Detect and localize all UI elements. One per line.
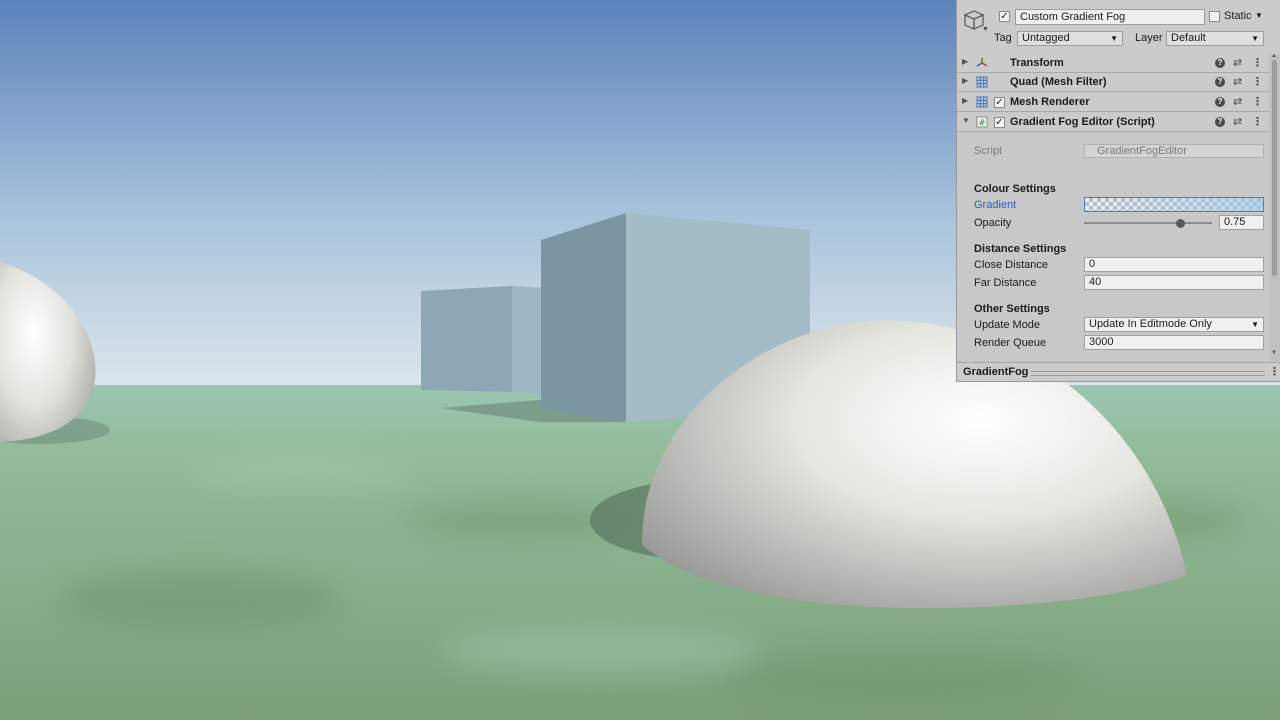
close-distance-field[interactable]: 0 xyxy=(1084,257,1264,272)
mesh-filter-icon xyxy=(976,76,988,88)
colour-settings-heading: Colour Settings xyxy=(974,183,1056,195)
chevron-down-icon: ▼ xyxy=(1251,34,1259,43)
transform-icon xyxy=(976,58,988,67)
static-label[interactable]: Static xyxy=(1224,10,1252,22)
component-title: Mesh Renderer xyxy=(1010,96,1090,108)
object-name-field[interactable]: Custom Gradient Fog xyxy=(1015,9,1205,25)
foldout-arrow-expanded-icon[interactable]: ▼ xyxy=(962,116,970,125)
far-distance-label: Far Distance xyxy=(974,277,1037,289)
opacity-value-field[interactable]: 0.75 xyxy=(1219,215,1264,230)
foldout-arrow-icon[interactable]: ▶ xyxy=(962,76,968,85)
help-icon[interactable]: ? xyxy=(1215,97,1225,107)
active-checkbox[interactable]: ✓ xyxy=(999,11,1010,22)
update-mode-dropdown[interactable]: Update In Editmode Only ▼ xyxy=(1084,317,1264,332)
render-queue-field[interactable]: 3000 xyxy=(1084,335,1264,350)
component-gradient-fog-editor[interactable]: ▼ # ✓ Gradient Fog Editor (Script) ? ⇄ ⋮ xyxy=(957,113,1269,132)
component-transform[interactable]: ▶ Transform ? ⇄ ⋮ xyxy=(957,54,1269,73)
other-settings-heading: Other Settings xyxy=(974,303,1050,315)
chevron-down-icon: ▼ xyxy=(1110,34,1118,43)
preview-title: GradientFog xyxy=(963,366,1029,378)
component-mesh-filter[interactable]: ▶ Quad (Mesh Filter) ? ⇄ ⋮ xyxy=(957,73,1269,92)
preset-icon[interactable]: ⇄ xyxy=(1233,75,1242,88)
preset-icon[interactable]: ⇄ xyxy=(1233,95,1242,108)
help-icon[interactable]: ? xyxy=(1215,77,1225,87)
enabled-checkbox[interactable]: ✓ xyxy=(994,117,1005,128)
static-checkbox[interactable] xyxy=(1209,11,1220,22)
more-options-icon[interactable]: ⋮ xyxy=(1252,75,1263,88)
more-options-icon[interactable]: ⋮ xyxy=(1252,56,1263,69)
component-mesh-renderer[interactable]: ▶ ✓ Mesh Renderer ? ⇄ ⋮ xyxy=(957,93,1269,112)
preset-icon[interactable]: ⇄ xyxy=(1233,115,1242,128)
icon-dropdown-icon[interactable]: ▼ xyxy=(982,26,989,33)
inspector-panel: ▼ ✓ Custom Gradient Fog Static ▼ Tag Unt… xyxy=(956,0,1280,382)
help-icon[interactable]: ? xyxy=(1215,117,1225,127)
opacity-slider-knob[interactable] xyxy=(1176,219,1185,228)
gradient-fog-editor-body: Script GradientFogEditor Colour Settings… xyxy=(957,133,1269,361)
script-object-field: GradientFogEditor xyxy=(1084,144,1264,158)
enabled-checkbox[interactable]: ✓ xyxy=(994,97,1005,108)
tag-label: Tag xyxy=(994,32,1012,44)
far-distance-field[interactable]: 40 xyxy=(1084,275,1264,290)
more-options-icon[interactable]: ⋮ xyxy=(1252,95,1263,108)
script-value: GradientFogEditor xyxy=(1097,145,1187,157)
tag-dropdown[interactable]: Untagged ▼ xyxy=(1017,31,1123,46)
drag-handle[interactable] xyxy=(1031,371,1265,376)
render-queue-label: Render Queue xyxy=(974,337,1047,349)
scrollbar-thumb[interactable] xyxy=(1272,60,1277,276)
layer-value: Default xyxy=(1171,32,1206,44)
opacity-label: Opacity xyxy=(974,217,1012,229)
gradient-label: Gradient xyxy=(974,199,1017,211)
chevron-down-icon: ▼ xyxy=(1251,320,1259,329)
foldout-arrow-icon[interactable]: ▶ xyxy=(962,57,968,66)
static-dropdown-icon[interactable]: ▼ xyxy=(1255,11,1263,20)
component-title: Transform xyxy=(1010,57,1064,69)
update-mode-value: Update In Editmode Only xyxy=(1089,318,1212,330)
inspector-header: ▼ ✓ Custom Gradient Fog Static ▼ Tag Unt… xyxy=(957,0,1280,55)
more-options-icon[interactable]: ⋮ xyxy=(1269,365,1280,378)
distance-settings-heading: Distance Settings xyxy=(974,243,1067,255)
preset-icon[interactable]: ⇄ xyxy=(1233,56,1242,69)
gradient-field[interactable] xyxy=(1084,197,1264,212)
tag-value: Untagged xyxy=(1022,32,1070,44)
help-icon[interactable]: ? xyxy=(1215,58,1225,68)
scroll-up-icon[interactable]: ▲ xyxy=(1271,53,1277,59)
script-icon: # xyxy=(976,116,988,128)
foldout-arrow-icon[interactable]: ▶ xyxy=(962,96,968,105)
opacity-slider-track[interactable] xyxy=(1084,222,1212,224)
component-title: Gradient Fog Editor (Script) xyxy=(1010,116,1155,128)
close-distance-label: Close Distance xyxy=(974,259,1048,271)
layer-dropdown[interactable]: Default ▼ xyxy=(1166,31,1264,46)
component-title: Quad (Mesh Filter) xyxy=(1010,76,1107,88)
inspector-scrollbar[interactable]: ▲ ▼ xyxy=(1269,53,1280,361)
more-options-icon[interactable]: ⋮ xyxy=(1252,115,1263,128)
svg-text:#: # xyxy=(978,119,986,129)
mesh-renderer-icon xyxy=(976,96,988,108)
layer-label: Layer xyxy=(1135,32,1163,44)
update-mode-label: Update Mode xyxy=(974,319,1041,331)
scroll-down-icon[interactable]: ▼ xyxy=(1271,350,1277,356)
script-label: Script xyxy=(974,145,1003,157)
preview-footer[interactable]: GradientFog ⋮ xyxy=(957,362,1280,381)
